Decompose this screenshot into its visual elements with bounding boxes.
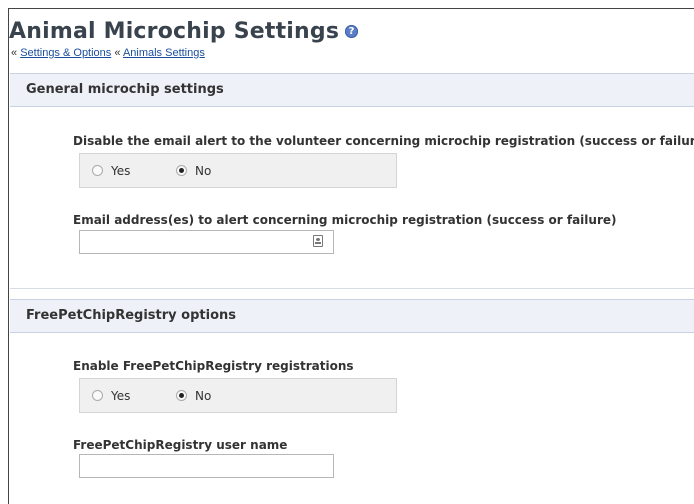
section-divider [10,288,694,289]
radio-unchecked-icon[interactable] [92,390,103,401]
section-title: FreePetChipRegistry options [26,308,236,323]
email-addresses-input[interactable] [79,230,334,254]
radio-group-enable-freepetchipregistry: Yes No [79,378,397,413]
field-label-enable-freepetchipregistry: Enable FreePetChipRegistry registrations [73,359,354,373]
radio-option-yes[interactable]: Yes [92,164,130,178]
section-title: General microchip settings [26,82,224,97]
radio-option-no[interactable]: No [176,389,211,403]
field-label-disable-email-alert: Disable the email alert to the volunteer… [73,134,694,148]
radio-label: No [195,389,212,403]
radio-checked-icon[interactable] [176,390,187,401]
help-icon[interactable]: ? [345,25,359,38]
breadcrumb-link-settings-options[interactable]: Settings & Options [20,47,111,59]
freepetchipregistry-username-input[interactable] [79,454,334,478]
field-label-email-addresses: Email address(es) to alert concerning mi… [73,213,617,227]
breadcrumb-separator: « [11,47,18,59]
radio-label: Yes [111,164,131,178]
radio-group-disable-email-alert: Yes No [79,153,397,188]
radio-unchecked-icon[interactable] [92,165,103,176]
page-title: Animal Microchip Settings? [9,19,359,44]
breadcrumb: « Settings & Options « Animals Settings [11,47,205,59]
field-label-freepetchipregistry-username: FreePetChipRegistry user name [73,438,288,452]
breadcrumb-link-animals-settings[interactable]: Animals Settings [123,47,205,59]
radio-checked-icon[interactable] [176,165,187,176]
breadcrumb-separator: « [114,47,121,59]
contact-card-icon[interactable] [313,235,323,247]
page-title-text: Animal Microchip Settings [9,19,340,44]
section-header-general: General microchip settings [10,73,694,107]
page-frame: Animal Microchip Settings? « Settings & … [8,8,694,504]
radio-option-no[interactable]: No [176,164,211,178]
radio-option-yes[interactable]: Yes [92,389,130,403]
section-header-freepetchipregistry: FreePetChipRegistry options [10,299,694,333]
radio-label: No [195,164,212,178]
radio-label: Yes [111,389,131,403]
